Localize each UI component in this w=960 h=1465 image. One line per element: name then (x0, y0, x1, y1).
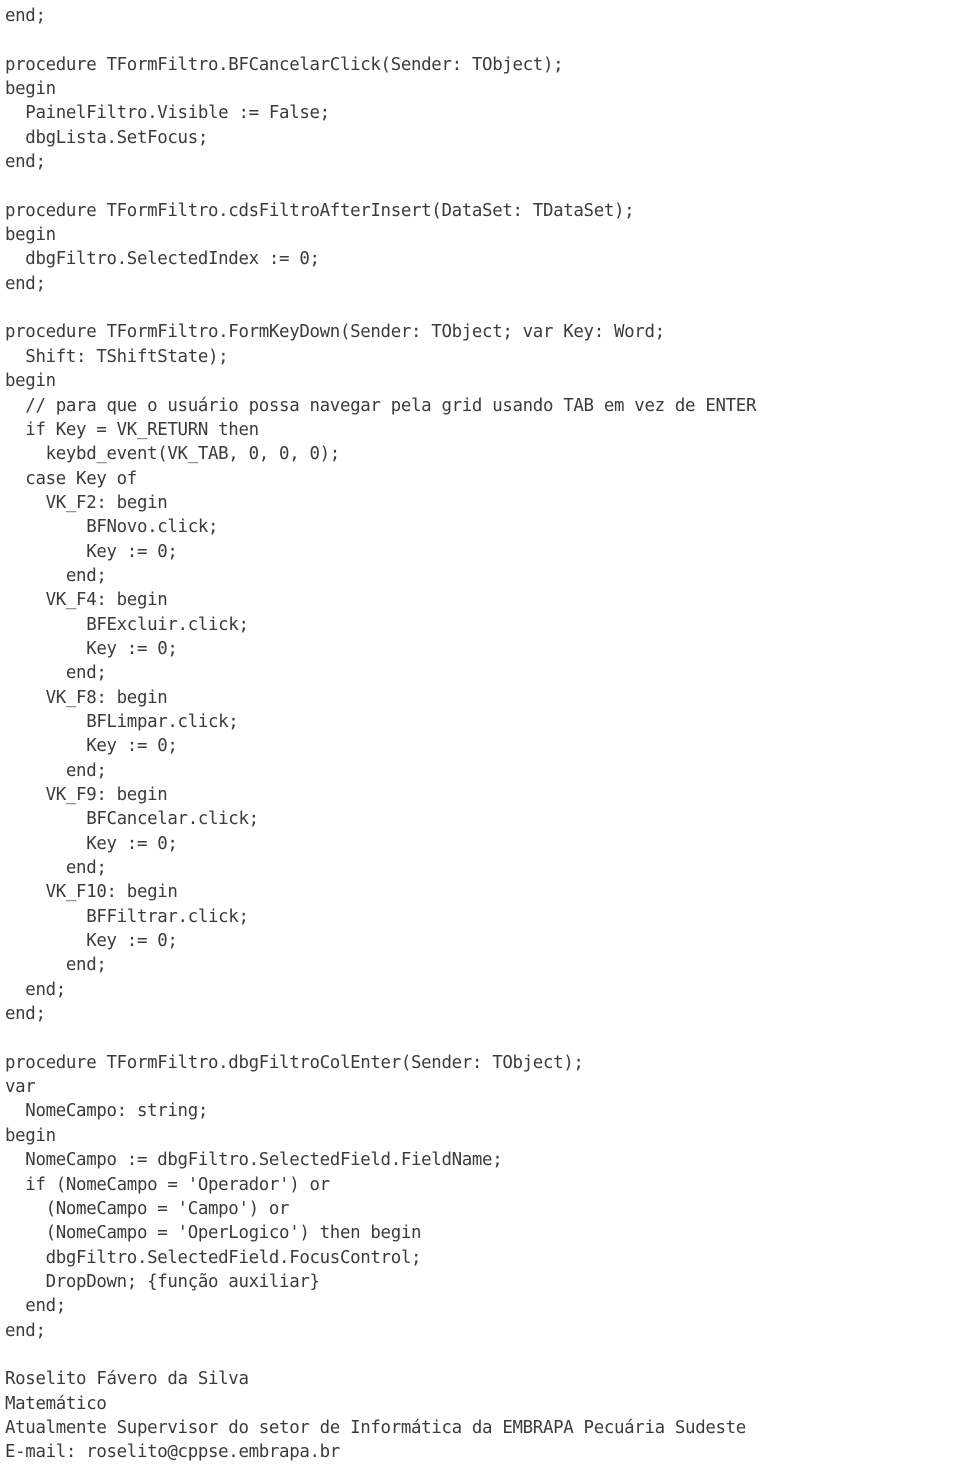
code-line: NomeCampo: string; (5, 1101, 209, 1122)
code-listing: end; procedure TFormFiltro.BFCancelarClic… (5, 4, 960, 1343)
code-line: dbgLista.SetFocus; (5, 127, 209, 148)
code-line: end; (5, 1320, 46, 1341)
code-line: var (5, 1077, 36, 1098)
code-line: BFExcluir.click; (5, 614, 249, 635)
code-line: VK_F2: begin (5, 492, 168, 513)
code-line: end; (5, 979, 66, 1000)
code-line: keybd_event(VK_TAB, 0, 0, 0); (5, 444, 341, 465)
document-page: end; procedure TFormFiltro.BFCancelarClic… (0, 0, 960, 1462)
code-line: VK_F10: begin (5, 882, 178, 903)
code-line: VK_F8: begin (5, 687, 168, 708)
footer-line: Matemático (5, 1393, 107, 1414)
code-line: begin (5, 1125, 56, 1146)
code-line: DropDown; {função auxiliar} (5, 1271, 320, 1292)
code-line: Shift: TShiftState); (5, 346, 229, 367)
author-footer: Roselito Fávero da Silva Matemático Atualm… (5, 1343, 960, 1465)
code-line: end; (5, 663, 107, 684)
code-line: NomeCampo := dbgFiltro.SelectedField.Fie… (5, 1150, 503, 1171)
code-line: begin (5, 225, 56, 246)
code-line: BFLimpar.click; (5, 711, 239, 732)
code-line: procedure TFormFiltro.cdsFiltroAfterInse… (5, 200, 635, 221)
code-line: end; (5, 152, 46, 173)
code-line: VK_F4: begin (5, 590, 168, 611)
code-line: Key := 0; (5, 931, 178, 952)
code-line: begin (5, 371, 56, 392)
code-line: VK_F9: begin (5, 785, 168, 805)
footer-line: Roselito Fávero da Silva (5, 1369, 249, 1390)
code-line: PainelFiltro.Visible := False; (5, 103, 330, 124)
code-line: (NomeCampo = 'Campo') or (5, 1198, 290, 1219)
code-line: case Key of (5, 468, 137, 489)
code-line: (NomeCampo = 'OperLogico') then begin (5, 1223, 422, 1244)
code-line: end; (5, 565, 107, 586)
code-line: dbgFiltro.SelectedField.FocusControl; (5, 1247, 422, 1268)
code-line: Key := 0; (5, 833, 178, 854)
code-line: BFNovo.click; (5, 517, 219, 538)
code-line: Key := 0; (5, 736, 178, 757)
code-line: end; (5, 1004, 46, 1025)
code-line: end; (5, 858, 107, 879)
code-line: procedure TFormFiltro.BFCancelarClick(Se… (5, 54, 564, 75)
code-line: dbgFiltro.SelectedIndex := 0; (5, 249, 320, 270)
code-line: end; (5, 955, 107, 976)
footer-line: Atualmente Supervisor do setor de Inform… (5, 1417, 746, 1438)
code-line: end; (5, 1296, 66, 1317)
code-line: end; (5, 6, 46, 26)
code-line: procedure TFormFiltro.dbgFiltroColEnter(… (5, 1052, 584, 1073)
code-line: begin (5, 79, 56, 100)
code-line: if Key = VK_RETURN then (5, 419, 259, 440)
footer-line: E-mail: roselito@cppse.embrapa.br (5, 1442, 340, 1463)
code-line: Key := 0; (5, 638, 178, 659)
code-line: // para que o usuário possa navegar pela… (5, 395, 757, 416)
code-line: BFFiltrar.click; (5, 906, 249, 927)
code-line: if (NomeCampo = 'Operador') or (5, 1174, 330, 1195)
code-line: procedure TFormFiltro.FormKeyDown(Sender… (5, 322, 665, 343)
footer-line (5, 1343, 960, 1367)
code-line: BFCancelar.click; (5, 809, 259, 830)
code-line: end; (5, 273, 46, 294)
code-line: Key := 0; (5, 541, 178, 562)
code-line: end; (5, 760, 107, 781)
